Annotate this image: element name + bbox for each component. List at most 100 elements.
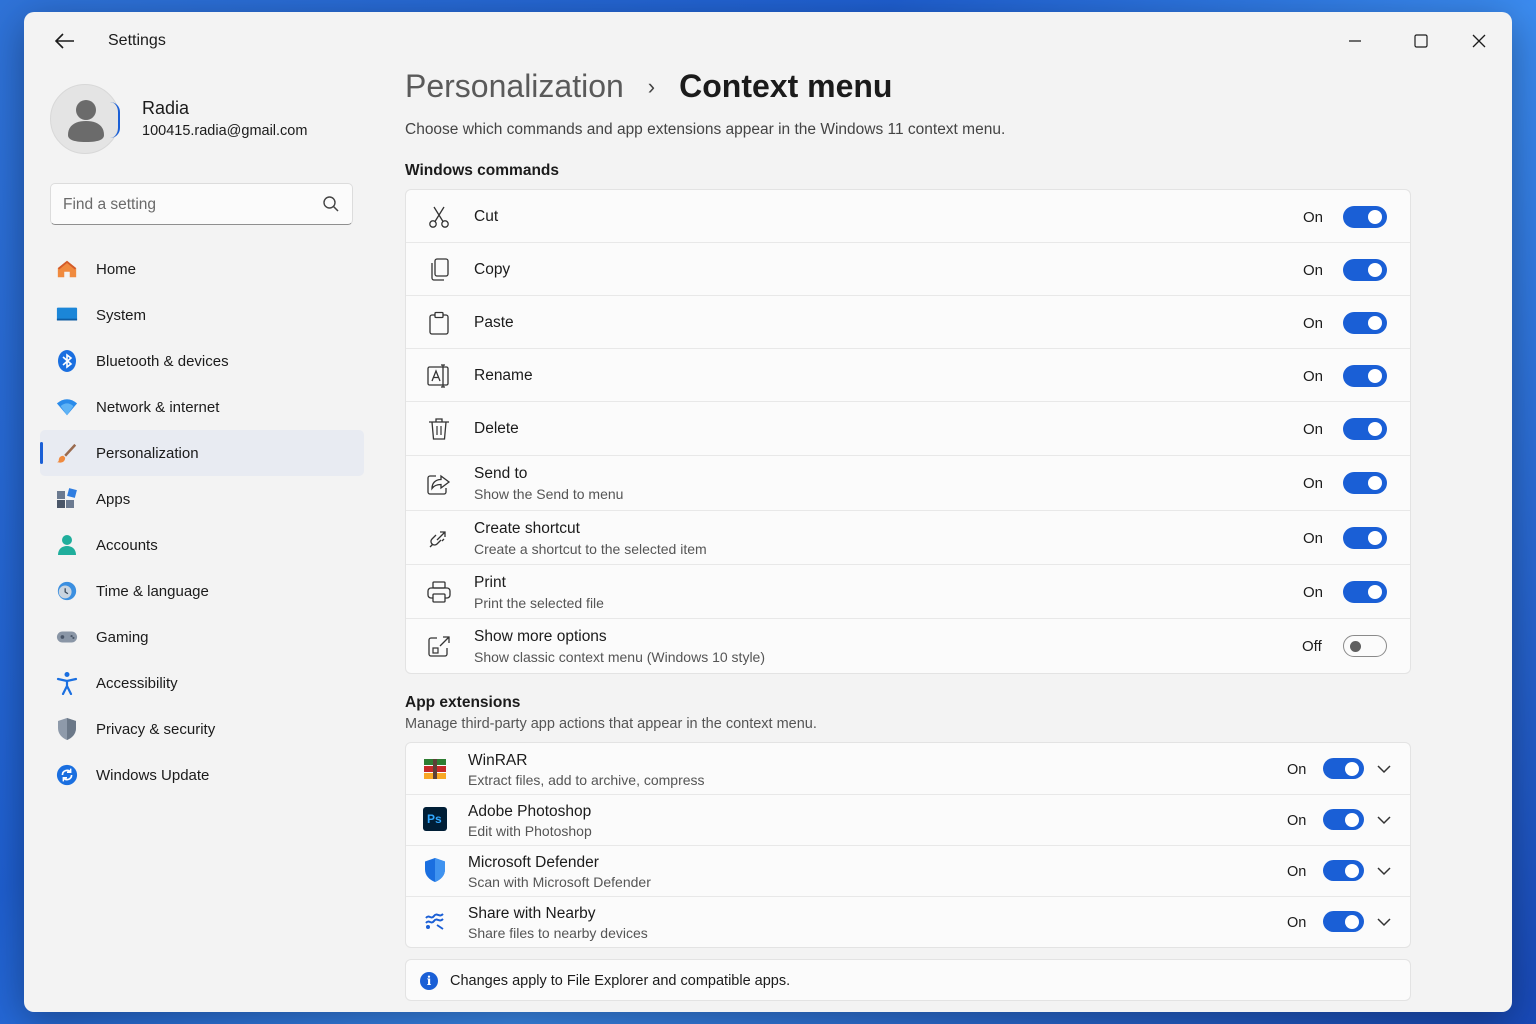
row-title: Adobe Photoshop <box>468 803 592 820</box>
print-toggle[interactable] <box>1343 581 1387 603</box>
maximize-button[interactable] <box>1398 26 1444 56</box>
row-subtitle: Scan with Microsoft Defender <box>468 874 651 890</box>
breadcrumb-parent-link[interactable]: Personalization <box>405 68 624 105</box>
winrar-toggle[interactable] <box>1323 758 1364 779</box>
accessibility-icon <box>56 672 78 695</box>
windows-commands-card: Cut On Copy On Paste On Rename On Delete… <box>405 189 1411 674</box>
page-title: Context menu <box>679 68 893 104</box>
row-title: Print <box>474 574 506 591</box>
sidebar-item-windows-update[interactable]: Windows Update <box>40 752 364 798</box>
row-subtitle: Create a shortcut to the selected item <box>474 541 707 557</box>
privacy-icon <box>56 718 78 740</box>
sidebar-nav: Home System Bluetooth & devices Network … <box>40 246 364 798</box>
row-title: Copy <box>474 261 511 278</box>
section-title-app-extensions: App extensions <box>405 694 521 711</box>
minimize-button[interactable] <box>1332 26 1378 56</box>
minimize-icon <box>1349 40 1361 42</box>
row-subtitle: Print the selected file <box>474 595 604 611</box>
sidebar-item-home[interactable]: Home <box>40 246 364 292</box>
sidebar-item-bluetooth[interactable]: Bluetooth & devices <box>40 338 364 384</box>
paste-toggle[interactable] <box>1343 312 1387 334</box>
apps-icon <box>56 488 78 510</box>
row-title: WinRAR <box>468 752 528 769</box>
scissors-icon <box>427 205 451 229</box>
info-text: Changes apply to File Explorer and compa… <box>450 973 791 989</box>
command-row-paste: Paste On <box>406 296 1410 349</box>
network-icon <box>56 396 78 418</box>
create-shortcut-toggle[interactable] <box>1343 527 1387 549</box>
row-subtitle: Share files to nearby devices <box>468 925 648 941</box>
sidebar-item-label: System <box>96 306 147 324</box>
sidebar-item-time-language[interactable]: Time & language <box>40 568 364 614</box>
search-box[interactable]: Find a setting <box>50 183 353 225</box>
sidebar-item-accessibility[interactable]: Accessibility <box>40 660 364 706</box>
row-subtitle: Show classic context menu (Windows 10 st… <box>474 649 765 665</box>
row-title: Share with Nearby <box>468 905 596 922</box>
copy-toggle[interactable] <box>1343 259 1387 281</box>
row-title: Rename <box>474 367 533 384</box>
clipboard-icon <box>427 311 451 335</box>
row-subtitle: Show the Send to menu <box>474 486 624 502</box>
expand-icon <box>427 635 451 659</box>
chevron-down-icon[interactable] <box>1375 760 1393 778</box>
sidebar-item-label: Accessibility <box>96 674 178 692</box>
sidebar-item-network[interactable]: Network & internet <box>40 384 364 430</box>
page-subtitle: Choose which commands and app extensions… <box>405 121 1006 138</box>
sidebar-item-personalization[interactable]: Personalization <box>40 430 364 476</box>
extension-row-nearby-share: Share with Nearby Share files to nearby … <box>406 897 1410 947</box>
photoshop-icon-label: Ps <box>427 812 442 826</box>
command-row-cut: Cut On <box>406 190 1410 243</box>
sidebar-item-gaming[interactable]: Gaming <box>40 614 364 660</box>
row-title: Paste <box>474 314 514 331</box>
avatar-ring <box>110 102 120 138</box>
photoshop-icon: Ps <box>423 807 447 831</box>
trash-icon <box>427 417 451 441</box>
delete-toggle[interactable] <box>1343 418 1387 440</box>
chevron-down-icon[interactable] <box>1375 811 1393 829</box>
copy-icon <box>427 258 451 282</box>
back-arrow-icon <box>55 33 74 49</box>
command-row-create-shortcut: Create shortcut Create a shortcut to the… <box>406 511 1410 565</box>
rename-icon <box>427 364 451 388</box>
sidebar-item-accounts[interactable]: Accounts <box>40 522 364 568</box>
rename-toggle[interactable] <box>1343 365 1387 387</box>
chevron-down-icon[interactable] <box>1375 862 1393 880</box>
link-icon <box>427 526 451 550</box>
toggle-state-label: On <box>1287 915 1307 931</box>
toggle-state-label: On <box>1303 368 1324 385</box>
sidebar-item-label: Windows Update <box>96 766 210 784</box>
row-title: Show more options <box>474 628 607 645</box>
sidebar-item-label: Apps <box>96 490 131 508</box>
winrar-icon <box>423 757 447 781</box>
defender-icon <box>423 858 447 882</box>
back-button[interactable] <box>52 30 78 52</box>
chevron-down-icon[interactable] <box>1375 913 1393 931</box>
nearby-share-toggle[interactable] <box>1323 911 1364 932</box>
sidebar-item-privacy[interactable]: Privacy & security <box>40 706 364 752</box>
row-title: Microsoft Defender <box>468 854 599 871</box>
row-subtitle: Extract files, add to archive, compress <box>468 772 705 788</box>
sidebar-item-system[interactable]: System <box>40 292 364 338</box>
show-more-options-toggle[interactable] <box>1343 635 1387 657</box>
system-icon <box>56 304 78 326</box>
search-input[interactable]: Find a setting <box>63 196 156 214</box>
sidebar-item-apps[interactable]: Apps <box>40 476 364 522</box>
sidebar-item-label: Accounts <box>96 536 158 554</box>
cut-toggle[interactable] <box>1343 206 1387 228</box>
defender-toggle[interactable] <box>1323 860 1364 881</box>
settings-window: Settings Radia 100415.radia@gmail.com Fi… <box>24 12 1512 1012</box>
close-button[interactable] <box>1456 26 1502 56</box>
command-row-send-to: Send to Show the Send to menu On <box>406 456 1410 511</box>
user-name: Radia <box>142 98 190 118</box>
photoshop-toggle[interactable] <box>1323 809 1364 830</box>
command-row-copy: Copy On <box>406 243 1410 296</box>
toggle-state-label: On <box>1303 530 1324 547</box>
bluetooth-icon <box>56 350 78 372</box>
send-to-toggle[interactable] <box>1343 472 1387 494</box>
maximize-icon <box>1414 34 1428 48</box>
toggle-state-label: On <box>1287 813 1307 829</box>
search-icon[interactable] <box>322 195 340 213</box>
info-icon: i <box>420 972 438 990</box>
command-row-print: Print Print the selected file On <box>406 565 1410 619</box>
nearby-share-icon <box>423 909 447 933</box>
